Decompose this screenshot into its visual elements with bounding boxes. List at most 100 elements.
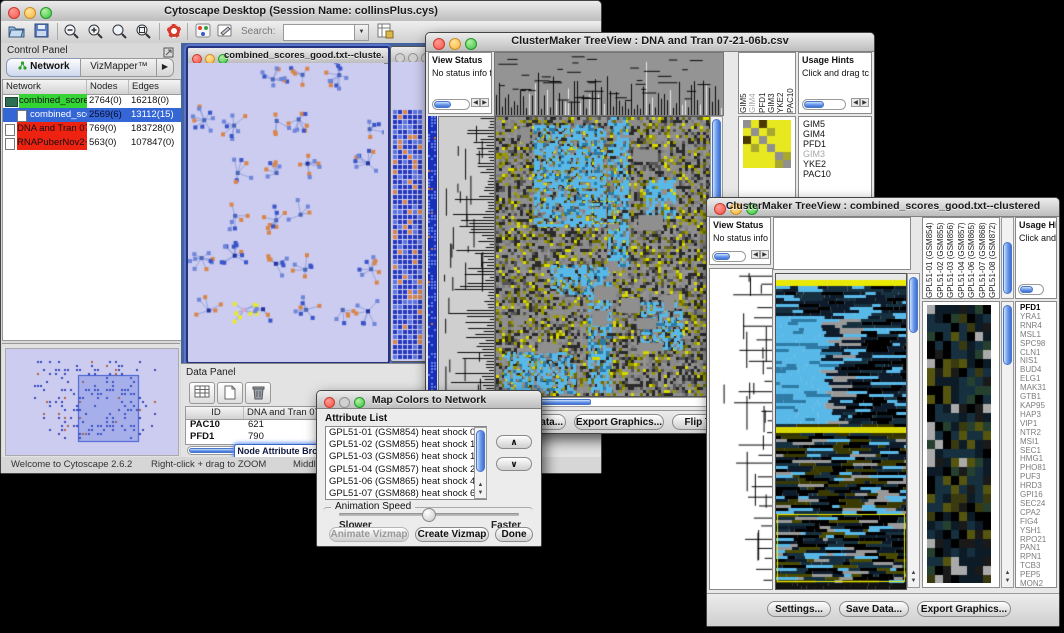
annotation-icon[interactable]: [215, 23, 235, 41]
scroll-down-icon[interactable]: ▼: [1002, 578, 1013, 585]
animate-vizmap-button[interactable]: Animate Vizmap: [329, 527, 409, 542]
trash-icon[interactable]: [245, 382, 271, 404]
attribute-list[interactable]: GPL51-01 (GSM854) heat shock 05 minGPL51…: [325, 426, 487, 500]
gene-label[interactable]: PAC10: [803, 169, 871, 179]
cytoscape-titlebar[interactable]: Cytoscape Desktop (Session Name: collins…: [1, 1, 601, 22]
column-labels-vscrollbar[interactable]: [1001, 217, 1014, 299]
col-edges[interactable]: Edges: [129, 80, 181, 94]
desktop: Cytoscape Desktop (Session Name: collins…: [0, 0, 1064, 633]
scroll-right-icon[interactable]: ▶: [760, 250, 769, 259]
scroll-right-icon[interactable]: ▶: [860, 98, 869, 107]
column-label: PFD1: [758, 57, 767, 113]
gene-label[interactable]: GIM4: [803, 129, 871, 139]
network-row-combined-sco-selected[interactable]: combined_sco 2569(6) 13112(15): [3, 108, 181, 122]
network-view-titlebar[interactable]: combined_scores_good.txt--cluste...: [188, 48, 388, 64]
done-button[interactable]: Done: [495, 527, 533, 542]
usage-hints-panel: Usage Hints Click and drag tc ◀▶: [798, 52, 872, 114]
search-input[interactable]: ▼: [283, 24, 369, 41]
gene-label[interactable]: PFD1: [803, 139, 871, 149]
settings-button[interactable]: Settings...: [767, 601, 831, 617]
attribute-item[interactable]: GPL51-03 (GSM856) heat shock 15 min: [326, 451, 486, 463]
heatmap-main[interactable]: [495, 116, 712, 397]
treeview1-titlebar[interactable]: ClusterMaker TreeView : DNA and Tran 07-…: [426, 33, 874, 52]
document-icon: [5, 138, 15, 154]
attribute-item[interactable]: GPL51-04 (GSM857) heat shock 20 min: [326, 464, 486, 476]
view-status-hscrollbar[interactable]: [432, 99, 470, 110]
zoom-in-icon[interactable]: [86, 23, 106, 41]
column-label: GPL51-07 (GSM868): [978, 220, 989, 298]
export-graphics-button[interactable]: Export Graphics...: [574, 414, 664, 430]
gene-label[interactable]: YKE2: [803, 159, 871, 169]
network-row-dna-tran[interactable]: DNA and Tran 07 769(0) 183728(0): [3, 122, 181, 136]
zoom-out-icon[interactable]: [62, 23, 82, 41]
zoom-fit-icon[interactable]: [134, 23, 154, 41]
scroll-down-icon[interactable]: ▼: [908, 578, 919, 585]
treeview2-titlebar[interactable]: ClusterMaker TreeView : combined_scores_…: [707, 198, 1059, 217]
move-down-button[interactable]: ∨: [496, 457, 532, 471]
col-id[interactable]: ID: [186, 407, 244, 419]
move-up-button[interactable]: ∧: [496, 435, 532, 449]
help-lifesaver-icon[interactable]: [164, 23, 184, 41]
attribute-item[interactable]: GPL51-02 (GSM855) heat shock 10 min: [326, 439, 486, 451]
scroll-down-icon[interactable]: ▼: [475, 490, 486, 497]
export-graphics-button[interactable]: Export Graphics...: [917, 601, 1011, 617]
save-data-button[interactable]: Save Data...: [839, 601, 909, 617]
scroll-left-icon[interactable]: ◀: [751, 250, 760, 259]
tab-overflow-button[interactable]: ▶: [156, 58, 174, 77]
gene-label[interactable]: GIM5: [803, 119, 871, 129]
scroll-up-icon[interactable]: ▲: [475, 482, 486, 489]
zoom-actual-icon[interactable]: [110, 23, 130, 41]
open-file-icon[interactable]: [7, 23, 27, 41]
attribute-browser-icon[interactable]: [375, 23, 395, 41]
scroll-up-icon[interactable]: ▲: [908, 570, 919, 577]
row-value: 790: [248, 431, 264, 443]
zoom-vscrollbar[interactable]: ▲ ▼: [1001, 301, 1014, 588]
scroll-right-icon[interactable]: ▶: [480, 98, 489, 107]
mini-heatmap[interactable]: [743, 120, 791, 168]
gene-label[interactable]: MON2: [1020, 580, 1056, 588]
data-panel-title: Data Panel: [186, 367, 235, 378]
attribute-item[interactable]: GPL51-01 (GSM854) heat shock 05 min: [326, 427, 486, 439]
view-status-hscrollbar[interactable]: [712, 251, 746, 262]
table-icon[interactable]: [189, 382, 215, 404]
tab-vizmapper[interactable]: VizMapper™: [80, 58, 158, 77]
view-status-panel: View Status No status info f ◀▶: [428, 52, 492, 114]
vizmapper-icon[interactable]: [193, 23, 213, 41]
scroll-left-icon[interactable]: ◀: [471, 98, 480, 107]
save-icon[interactable]: [32, 23, 52, 41]
usage-hints-hscrollbar[interactable]: [802, 99, 846, 110]
usage-hints-hscrollbar[interactable]: [1018, 284, 1044, 295]
network-canvas[interactable]: [188, 63, 384, 358]
new-doc-icon[interactable]: [217, 382, 243, 404]
birdseye-view[interactable]: [5, 348, 179, 456]
col-network[interactable]: Network: [3, 80, 87, 94]
gtr-strip: [428, 116, 437, 395]
dialog-titlebar[interactable]: Map Colors to Network: [317, 391, 541, 409]
network-row-combined-scores[interactable]: combined_scores 2764(0) 16218(0): [3, 94, 181, 108]
treeview2-window: ClusterMaker TreeView : combined_scores_…: [706, 197, 1060, 627]
column-dendrogram[interactable]: [494, 52, 724, 116]
attribute-list-vscrollbar[interactable]: ▲ ▼: [474, 427, 487, 499]
create-vizmap-button[interactable]: Create Vizmap: [415, 527, 489, 542]
network-table-header[interactable]: Network Nodes Edges: [3, 80, 181, 95]
scroll-left-icon[interactable]: ◀: [851, 98, 860, 107]
gene-label[interactable]: GIM3: [803, 149, 871, 159]
tab-network-label: Network: [30, 61, 69, 72]
heatmap-strip[interactable]: [775, 273, 907, 590]
slider-thumb[interactable]: [422, 508, 436, 522]
network-row-rnapuber[interactable]: RNAPuberNov2+I 563(0) 107847(0): [3, 136, 181, 150]
scroll-up-icon[interactable]: ▲: [1002, 570, 1013, 577]
col-nodes[interactable]: Nodes: [87, 80, 129, 94]
attribute-item[interactable]: GPL51-07 (GSM868) heat shock 60 min: [326, 488, 486, 500]
tab-network[interactable]: Network: [6, 58, 82, 77]
column-label: GIM4: [748, 57, 757, 113]
row-dendrogram[interactable]: [438, 116, 495, 397]
attribute-list-label: Attribute List: [325, 413, 387, 424]
heatmap-zoom[interactable]: [927, 305, 991, 583]
chevron-down-icon[interactable]: ▼: [354, 25, 368, 40]
animation-speed-slider[interactable]: [339, 513, 519, 516]
row-dendrogram[interactable]: [709, 268, 773, 590]
attribute-item[interactable]: GPL51-06 (GSM865) heat shock 40 min: [326, 476, 486, 488]
column-label: GIM5: [739, 57, 748, 113]
heatmap-vscrollbar[interactable]: ▲ ▼: [907, 273, 920, 588]
